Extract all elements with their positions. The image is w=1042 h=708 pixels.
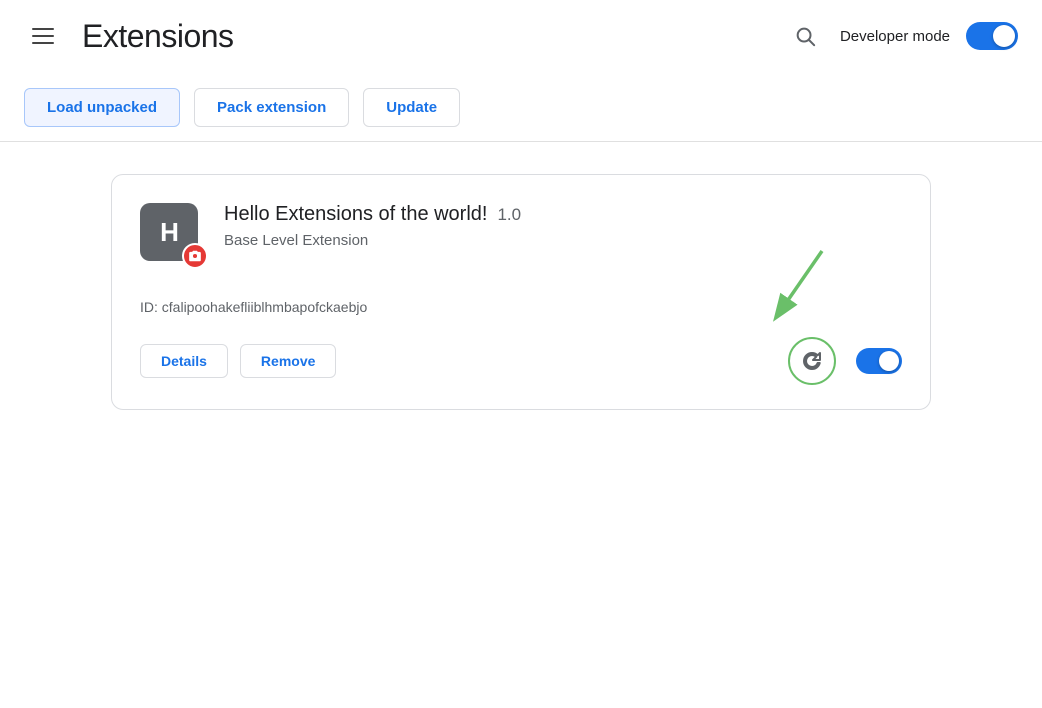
extension-icon-wrap: H (140, 203, 204, 267)
extension-badge (182, 243, 208, 269)
pack-extension-button[interactable]: Pack extension (194, 88, 349, 127)
details-button[interactable]: Details (140, 344, 228, 378)
extension-name-row: Hello Extensions of the world! 1.0 (224, 203, 902, 226)
load-unpacked-button[interactable]: Load unpacked (24, 88, 180, 127)
toggle-thumb (993, 25, 1015, 47)
toolbar: Load unpacked Pack extension Update (0, 72, 1042, 142)
extension-info: Hello Extensions of the world! 1.0 Base … (224, 203, 902, 249)
extension-name: Hello Extensions of the world! (224, 203, 487, 226)
main-content: H Hello Extensions of the world! 1.0 Bas… (0, 142, 1042, 442)
developer-mode-toggle[interactable] (966, 22, 1018, 50)
camera-icon (188, 249, 202, 263)
header-left: Extensions (24, 18, 234, 55)
remove-button[interactable]: Remove (240, 344, 336, 378)
developer-mode-label: Developer mode (840, 28, 950, 45)
extension-version: 1.0 (497, 205, 521, 225)
hamburger-menu[interactable] (24, 20, 62, 52)
extension-card-top: H Hello Extensions of the world! 1.0 Bas… (140, 203, 902, 267)
reload-button[interactable] (788, 337, 836, 385)
page-title: Extensions (82, 18, 234, 55)
update-button[interactable]: Update (363, 88, 460, 127)
card-toggle-thumb (879, 351, 899, 371)
search-button[interactable] (786, 17, 824, 55)
reload-button-wrap (788, 337, 836, 385)
extension-icon-letter: H (160, 217, 178, 248)
search-icon (794, 25, 816, 47)
reload-icon (800, 349, 824, 373)
extension-card-bottom: Details Remove (140, 337, 902, 385)
extension-description: Base Level Extension (224, 232, 902, 249)
extension-id: ID: cfalipoohakefliiblhmbapofckaebjo (140, 299, 902, 315)
extension-card: H Hello Extensions of the world! 1.0 Bas… (111, 174, 931, 410)
header-right: Developer mode (786, 17, 1018, 55)
header: Extensions Developer mode (0, 0, 1042, 72)
extension-enable-toggle[interactable] (856, 348, 902, 374)
